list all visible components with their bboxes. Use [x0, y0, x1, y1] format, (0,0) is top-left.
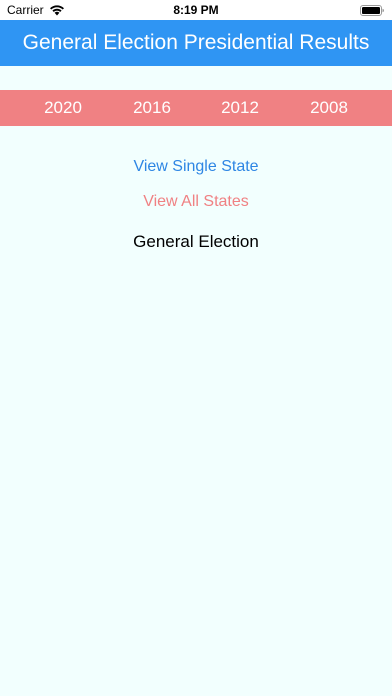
view-all-states-button[interactable]: View All States — [0, 193, 392, 211]
tab-2012[interactable]: 2012 — [210, 90, 270, 126]
section-label: General Election — [133, 232, 259, 251]
status-time: 8:19 PM — [173, 3, 219, 17]
year-tab-bar: 2020 2016 2012 2008 — [0, 90, 392, 126]
view-single-state-button[interactable]: View Single State — [0, 158, 392, 176]
tab-2008[interactable]: 2008 — [299, 90, 359, 126]
status-bar: Carrier 8:19 PM — [0, 0, 392, 20]
header-bar: General Election Presidential Results — [0, 20, 392, 66]
battery-icon — [360, 5, 384, 16]
tab-2020[interactable]: 2020 — [33, 90, 93, 126]
tab-2016[interactable]: 2016 — [122, 90, 182, 126]
page-title: General Election Presidential Results — [22, 31, 370, 54]
